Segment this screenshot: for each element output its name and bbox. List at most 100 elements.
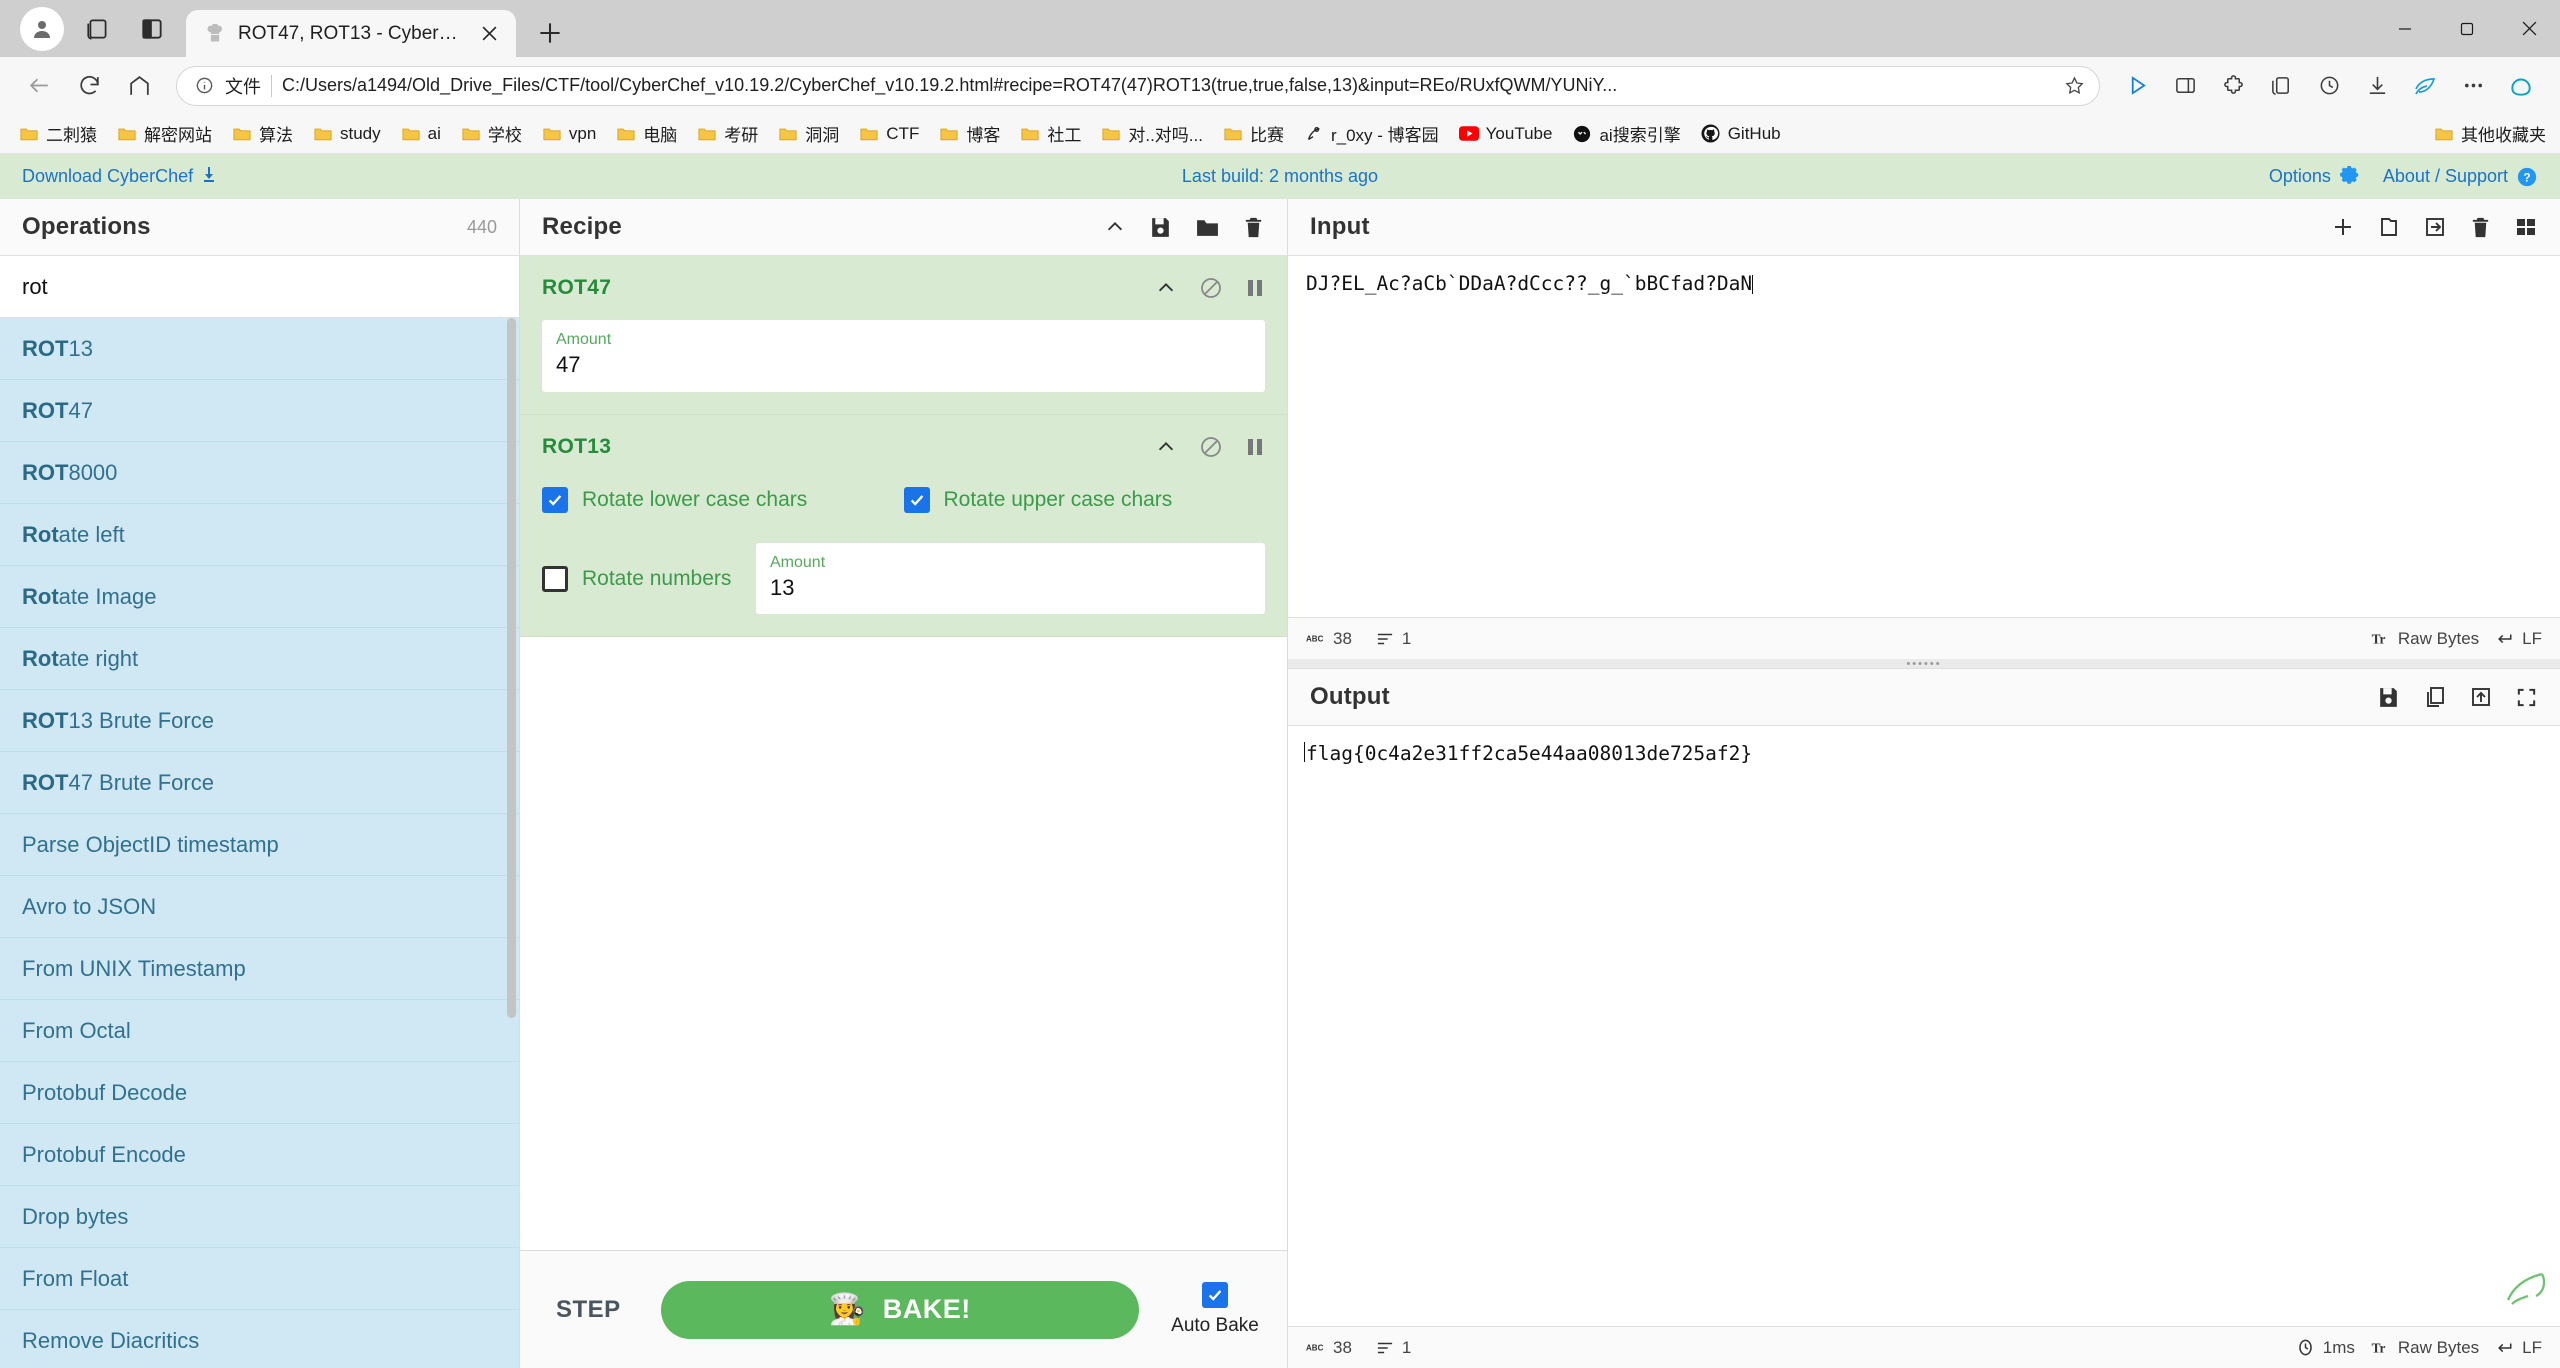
split-screen-icon[interactable] [132,9,172,49]
about-support-link[interactable]: About / Support ? [2383,166,2538,188]
bookmark-item[interactable]: GitHub [1692,118,1790,150]
output-textarea[interactable]: flag{0c4a2e31ff2ca5e44aa08013de725af2} [1288,726,2560,1326]
collections-icon[interactable] [78,9,118,49]
options-link[interactable]: Options [2269,166,2361,188]
trash-icon[interactable] [1242,216,1265,239]
bookmark-item[interactable]: 算法 [223,118,302,150]
rotate-upper-case-option[interactable]: Rotate upper case chars [904,487,1266,513]
operation-list-item[interactable]: ROT13 [0,318,519,380]
operations-scrollbar[interactable] [507,318,516,1018]
open-as-input-icon[interactable] [2423,215,2447,239]
input-eol-group[interactable]: LF [2495,629,2542,649]
amount-value[interactable]: 13 [770,573,1251,603]
copilot-icon[interactable] [2498,63,2544,109]
more-icon[interactable] [2450,63,2496,109]
bookmark-item[interactable]: 考研 [688,118,767,150]
bookmark-item[interactable]: CTF [850,118,928,150]
operation-list-item[interactable]: Rotate left [0,504,519,566]
url-text[interactable]: C:/Users/a1494/Old_Drive_Files/CTF/tool/… [282,75,2047,96]
operation-list-item[interactable]: From UNIX Timestamp [0,938,519,1000]
gear-icon[interactable] [2339,166,2361,188]
save-icon[interactable] [1148,215,1173,240]
bookmark-item[interactable]: r_0xy - 博客园 [1295,118,1448,150]
bookmark-item[interactable]: ai [392,118,450,150]
rotate-numbers-checkbox[interactable] [542,566,568,592]
output-eol-group[interactable]: LF [2495,1338,2542,1358]
bookmark-item[interactable]: 社工 [1011,118,1090,150]
window-close-icon[interactable] [2498,0,2560,57]
new-tab-button[interactable] [528,11,572,55]
bookmark-item[interactable]: YouTube [1450,118,1562,150]
browser-essentials-icon[interactable] [2402,63,2448,109]
minimize-icon[interactable] [2374,0,2436,57]
operation-list-item[interactable]: Drop bytes [0,1186,519,1248]
back-arrow-icon[interactable] [16,63,62,109]
browser-tab[interactable]: ROT47, ROT13 - CyberChef [186,10,516,57]
close-icon[interactable] [476,21,502,47]
play-icon[interactable] [2114,63,2160,109]
history-icon[interactable] [2306,63,2352,109]
open-folder-icon[interactable] [2377,215,2401,239]
amount-field[interactable]: Amount47 [542,320,1265,392]
other-bookmarks-button[interactable]: 其他收藏夹 [2434,121,2546,146]
bookmark-item[interactable]: 二刺猿 [10,118,106,150]
operation-list-item[interactable]: Protobuf Encode [0,1124,519,1186]
step-button[interactable]: STEP [542,1286,635,1334]
maximize-icon[interactable] [2436,0,2498,57]
profile-icon[interactable] [20,7,64,51]
operation-list-item[interactable]: ROT13 Brute Force [0,690,519,752]
auto-bake-checkbox[interactable] [1202,1282,1228,1308]
download-cyberchef-link[interactable]: Download CyberChef [22,166,217,187]
operation-list-item[interactable]: From Float [0,1248,519,1310]
add-tab-icon[interactable] [2331,215,2355,239]
io-splitter[interactable]: •••••• [1288,659,2560,669]
output-encoding-group[interactable]: Tr Raw Bytes [2371,1338,2479,1358]
folder-open-icon[interactable] [1195,215,1220,240]
maximise-icon[interactable] [2515,686,2538,709]
pause-icon[interactable] [1245,436,1265,458]
bookmark-item[interactable]: vpn [533,118,605,150]
input-encoding-group[interactable]: Tr Raw Bytes [2371,629,2479,649]
chevron-up-icon[interactable] [1155,436,1177,458]
save-output-icon[interactable] [2376,685,2401,710]
bookmark-item[interactable]: ai搜索引擎 [1563,118,1689,150]
collections2-icon[interactable] [2258,63,2304,109]
bookmark-item[interactable]: 对..对吗... [1092,118,1212,150]
amount-value[interactable]: 47 [556,350,1251,380]
chevron-up-icon[interactable] [1104,216,1126,238]
bookmark-item[interactable]: 解密网站 [108,118,221,150]
address-bar[interactable]: 文件 C:/Users/a1494/Old_Drive_Files/CTF/to… [176,66,2100,106]
bake-button[interactable]: 👩‍🍳 BAKE! [661,1281,1139,1339]
sidebar-icon[interactable] [2162,63,2208,109]
operation-list-item[interactable]: Rotate Image [0,566,519,628]
extensions-icon[interactable] [2210,63,2256,109]
recipe-operation[interactable]: ROT47Amount47 [520,256,1287,415]
operation-list-item[interactable]: ROT47 Brute Force [0,752,519,814]
operation-list-item[interactable]: Rotate right [0,628,519,690]
operation-list-item[interactable]: Protobuf Decode [0,1062,519,1124]
operation-list-item[interactable]: Avro to JSON [0,876,519,938]
operation-list-item[interactable]: From Octal [0,1000,519,1062]
info-circle-icon[interactable] [193,75,215,97]
operation-list-item[interactable]: Remove Diacritics [0,1310,519,1368]
clear-io-icon[interactable] [2469,216,2492,239]
reload-icon[interactable] [66,63,112,109]
copy-output-icon[interactable] [2423,685,2447,709]
pause-icon[interactable] [1245,277,1265,299]
rotate-upper-case-checkbox[interactable] [904,487,930,513]
favorite-star-icon[interactable] [2057,69,2091,103]
operation-list-item[interactable]: Parse ObjectID timestamp [0,814,519,876]
bookmark-item[interactable]: study [304,118,390,150]
operation-list-item[interactable]: ROT8000 [0,442,519,504]
rotate-lower-case-option[interactable]: Rotate lower case chars [542,487,904,513]
bookmark-item[interactable]: 比赛 [1214,118,1293,150]
downloads-icon[interactable] [2354,63,2400,109]
rotate-lower-case-checkbox[interactable] [542,487,568,513]
bookmark-item[interactable]: 电脑 [607,118,686,150]
disable-icon[interactable] [1199,435,1223,459]
bookmark-item[interactable]: 学校 [452,118,531,150]
bookmark-item[interactable]: 博客 [930,118,1009,150]
reset-layout-icon[interactable] [2514,215,2538,239]
recipe-operation[interactable]: ROT13Rotate lower case charsRotate upper… [520,415,1287,638]
disable-icon[interactable] [1199,276,1223,300]
